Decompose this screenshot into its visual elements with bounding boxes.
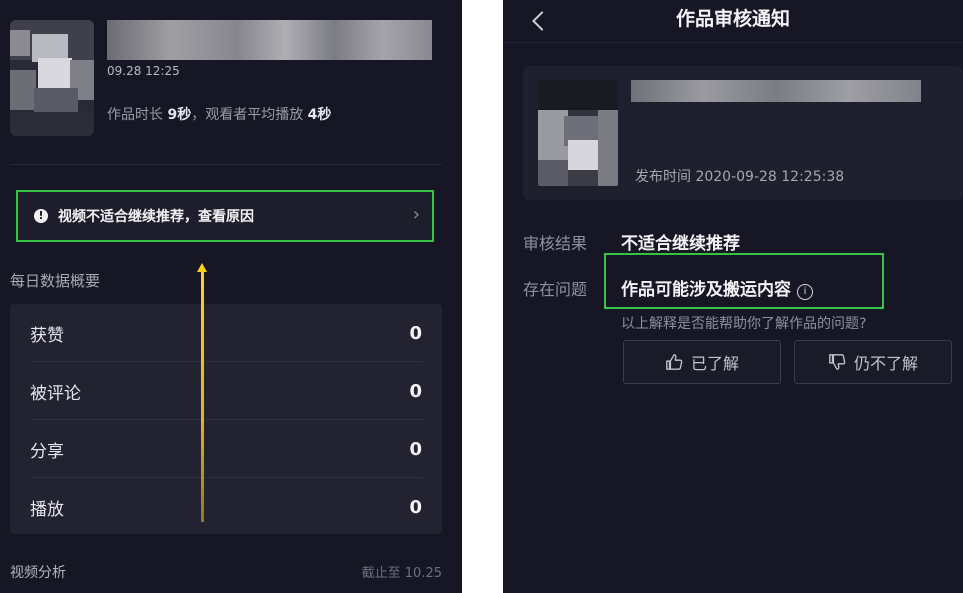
stat-value: 0 bbox=[409, 496, 422, 518]
thumbnail-pixel bbox=[598, 110, 618, 186]
understood-label: 已了解 bbox=[690, 354, 739, 373]
stat-label: 获赞 bbox=[30, 325, 64, 346]
stat-label: 分享 bbox=[30, 441, 64, 462]
thumbnail-pixel bbox=[568, 170, 598, 186]
stat-label: 播放 bbox=[30, 499, 64, 520]
thumbnail-pixel bbox=[10, 30, 30, 56]
stat-row-comments: 被评论 0 bbox=[30, 362, 422, 420]
not-understood-label: 仍不了解 bbox=[853, 354, 918, 373]
daily-stats-card: 获赞 0 被评论 0 分享 0 播放 0 bbox=[10, 304, 442, 534]
stat-row-plays: 播放 0 bbox=[30, 478, 422, 536]
chevron-right-icon: › bbox=[412, 204, 420, 225]
annotation-arrow-head-icon bbox=[197, 263, 207, 272]
avg-play-value: 4秒 bbox=[307, 107, 332, 123]
review-result-value: 不适合继续推荐 bbox=[621, 234, 740, 254]
work-card[interactable]: 发布时间 2020-09-28 12:25:38 bbox=[523, 66, 963, 200]
blurred-work-title bbox=[631, 80, 921, 102]
thumbnail-pixel bbox=[538, 80, 618, 110]
info-icon[interactable]: i bbox=[797, 284, 813, 300]
issue-value-wrapper: 作品可能涉及搬运内容 i bbox=[621, 275, 813, 300]
stat-row-shares: 分享 0 bbox=[30, 420, 422, 478]
divider bbox=[10, 164, 442, 165]
notice-text: 视频不适合继续推荐，查看原因 bbox=[58, 209, 254, 225]
publish-time: 发布时间 2020-09-28 12:25:38 bbox=[635, 169, 845, 185]
issue-label: 存在问题 bbox=[523, 280, 588, 299]
thumbnail-pixel bbox=[10, 112, 94, 136]
not-recommended-notice[interactable]: ! 视频不适合继续推荐，查看原因 › bbox=[16, 190, 434, 242]
stats-panel: 09.28 12:25 作品时长 9秒，观看者平均播放 4秒 ! 视频不适合继续… bbox=[0, 0, 462, 593]
stat-value: 0 bbox=[409, 322, 422, 344]
warning-circle-icon: ! bbox=[34, 209, 48, 223]
video-analysis-title: 视频分析 bbox=[10, 565, 66, 581]
issue-value: 作品可能涉及搬运内容 bbox=[621, 280, 791, 300]
thumbs-down-icon bbox=[829, 354, 846, 370]
stat-value: 0 bbox=[409, 380, 422, 402]
stat-row-likes: 获赞 0 bbox=[30, 304, 422, 362]
stat-value: 0 bbox=[409, 438, 422, 460]
stat-label: 被评论 bbox=[30, 383, 81, 404]
duration-prefix: 作品时长 bbox=[107, 107, 163, 123]
data-as-of-date: 截止至 10.25 bbox=[361, 566, 442, 581]
not-understood-button[interactable]: 仍不了解 bbox=[794, 340, 952, 384]
blurred-video-title bbox=[107, 20, 432, 60]
thumbnail-pixel bbox=[38, 58, 72, 88]
review-result-label: 审核结果 bbox=[523, 234, 588, 253]
understood-button[interactable]: 已了解 bbox=[623, 340, 781, 384]
video-thumbnail[interactable] bbox=[10, 20, 94, 136]
help-question: 以上解释是否能帮助你了解作品的问题? bbox=[621, 316, 867, 332]
thumbnail-pixel bbox=[568, 140, 602, 170]
header-divider bbox=[503, 42, 963, 43]
avg-prefix: ，观看者平均播放 bbox=[191, 107, 304, 123]
thumbs-up-icon bbox=[666, 354, 683, 370]
duration-value: 9秒 bbox=[167, 107, 192, 123]
video-duration-summary: 作品时长 9秒，观看者平均播放 4秒 bbox=[107, 104, 331, 124]
review-notice-panel: 作品审核通知 发布时间 2020-09-28 12:25:38 审核结果 不适合… bbox=[503, 0, 963, 593]
annotation-arrow-line bbox=[201, 270, 204, 522]
video-publish-time: 09.28 12:25 bbox=[107, 64, 180, 78]
thumbnail-pixel bbox=[538, 160, 568, 186]
page-title: 作品审核通知 bbox=[675, 8, 790, 30]
work-thumbnail bbox=[538, 80, 618, 186]
thumbnail-pixel bbox=[10, 70, 36, 110]
daily-data-title: 每日数据概要 bbox=[10, 272, 101, 290]
